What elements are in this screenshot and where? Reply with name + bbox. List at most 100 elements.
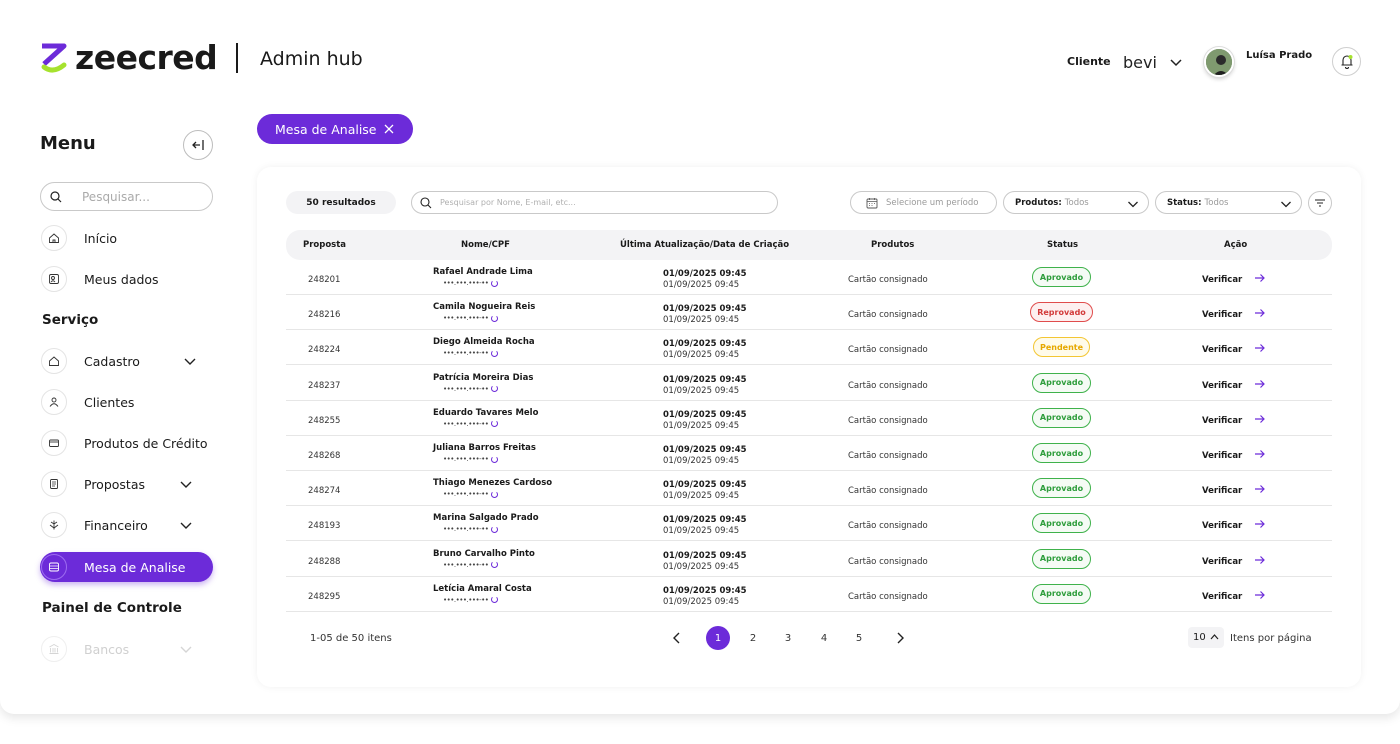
status-filter[interactable]: Status: Todos <box>1155 191 1302 214</box>
client-name: Patrícia Moreira Dias <box>433 372 534 383</box>
period-picker[interactable]: Selecione um período <box>850 191 997 214</box>
reveal-cpf-icon[interactable] <box>491 420 499 428</box>
sidebar-search[interactable] <box>40 182 213 211</box>
sidebar-item-label: Clientes <box>84 394 135 410</box>
sidebar-item-bancos[interactable]: Bancos <box>40 634 213 664</box>
arrow-right-icon[interactable] <box>1254 273 1266 283</box>
sidebar-item-produtos-de-credito[interactable]: Produtos de Crédito <box>40 428 213 458</box>
sidebar-item-mesa-de-analise[interactable]: Mesa de Analise <box>40 552 213 582</box>
updated-at: 01/09/2025 09:45 <box>663 445 747 455</box>
table-row[interactable]: 248288 Bruno Carvalho Pinto •••.•••.•••-••… <box>286 542 1332 577</box>
arrow-right-icon[interactable] <box>1254 414 1266 424</box>
products-filter[interactable]: Produtos: Todos <box>1003 191 1149 214</box>
table-row[interactable]: 248193 Marina Salgado Prado •••.•••.•••-••… <box>286 506 1332 542</box>
verify-link[interactable]: Verificar <box>1202 416 1242 426</box>
reveal-cpf-icon[interactable] <box>491 385 499 393</box>
reveal-cpf-icon[interactable] <box>491 561 499 569</box>
table-row[interactable]: 248216 Camila Nogueira Reis •••.•••.•••-••… <box>286 295 1332 331</box>
verify-link[interactable]: Verificar <box>1202 451 1242 461</box>
product: Cartão consignado <box>848 310 928 321</box>
table-row[interactable]: 248237 Patrícia Moreira Dias •••.•••.•••-•… <box>286 366 1332 401</box>
reveal-cpf-icon[interactable] <box>491 490 499 498</box>
page-button-4[interactable]: 4 <box>813 627 835 649</box>
client-cpf: •••.•••.•••-•• <box>443 279 499 287</box>
arrow-right-icon[interactable] <box>1254 484 1266 494</box>
active-tab-chip[interactable]: Mesa de Analise <box>257 114 413 144</box>
items-per-page-select[interactable]: 10 <box>1188 627 1224 648</box>
products-filter-value: Todos <box>1064 197 1089 208</box>
table-row[interactable]: 248274 Thiago Menezes Cardoso •••.•••.•••-… <box>286 471 1332 507</box>
page-button-2[interactable]: 2 <box>742 627 764 649</box>
arrow-right-icon[interactable] <box>1254 308 1266 318</box>
arrow-right-icon[interactable] <box>1254 590 1266 600</box>
sidebar-item-label: Mesa de Analise <box>84 559 186 575</box>
page-button-3[interactable]: 3 <box>777 627 799 649</box>
arrow-right-icon[interactable] <box>1254 555 1266 565</box>
column-header[interactable]: Última Atualização/Data de Criação <box>620 240 789 250</box>
notifications-button[interactable] <box>1332 47 1361 76</box>
user-avatar[interactable] <box>1204 47 1234 77</box>
table-search-input[interactable] <box>440 198 760 207</box>
table-row[interactable]: 248295 Letícia Amaral Costa •••.•••.•••-••… <box>286 577 1332 612</box>
sidebar-item-propostas[interactable]: Propostas <box>40 469 213 499</box>
client-select[interactable]: bevi <box>1117 46 1183 78</box>
chevron-down-icon <box>184 358 196 365</box>
updated-at: 01/09/2025 09:45 <box>663 585 747 596</box>
verify-link[interactable]: Verificar <box>1202 275 1242 285</box>
verify-link[interactable]: Verificar <box>1202 521 1242 531</box>
sidebar-item-financeiro[interactable]: Financeiro <box>40 510 213 540</box>
sidebar-item-inicio[interactable]: Início <box>40 223 213 253</box>
sidebar-item-cadastro[interactable]: Cadastro <box>40 346 213 376</box>
collapse-sidebar-button[interactable] <box>183 130 213 160</box>
table-row[interactable]: 248268 Juliana Barros Freitas •••.•••.•••-… <box>286 436 1332 471</box>
items-per-page-label: Itens por página <box>1230 633 1312 644</box>
proposal-id: 248224 <box>308 345 341 356</box>
close-icon[interactable] <box>383 123 395 135</box>
reveal-cpf-icon[interactable] <box>491 349 499 357</box>
sidebar-item-meus-dados[interactable]: Meus dados <box>40 264 213 294</box>
verify-link[interactable]: Verificar <box>1202 486 1242 496</box>
reveal-cpf-icon[interactable] <box>491 314 499 322</box>
column-header[interactable]: Status <box>1047 240 1078 250</box>
sidebar-item-label: Produtos de Crédito <box>84 435 208 451</box>
table-row[interactable]: 248255 Eduardo Tavares Melo •••.•••.•••-••… <box>286 401 1332 436</box>
next-page-button[interactable] <box>889 627 911 649</box>
hub-title: Admin hub <box>260 48 363 70</box>
arrow-right-icon[interactable] <box>1254 519 1266 529</box>
table-search[interactable] <box>411 191 778 214</box>
sidebar-search-input[interactable] <box>82 189 192 204</box>
cpf-masked: •••.•••.•••-•• <box>443 279 489 287</box>
sidebar-item-clientes[interactable]: Clientes <box>40 387 213 417</box>
sidebar-item-label: Início <box>84 230 118 246</box>
reveal-cpf-icon[interactable] <box>491 525 499 533</box>
verify-link[interactable]: Verificar <box>1202 592 1242 602</box>
advanced-filter-button[interactable] <box>1308 191 1332 215</box>
arrow-right-icon[interactable] <box>1254 379 1266 389</box>
reveal-cpf-icon[interactable] <box>491 596 499 604</box>
brand-logo[interactable]: zeecred <box>40 41 218 74</box>
column-header[interactable]: Ação <box>1224 240 1247 250</box>
verify-link[interactable]: Verificar <box>1202 345 1242 355</box>
prev-page-button[interactable] <box>666 627 688 649</box>
verify-link[interactable]: Verificar <box>1202 310 1242 320</box>
period-placeholder: Selecione um período <box>886 197 979 208</box>
verify-link[interactable]: Verificar <box>1202 557 1242 567</box>
page-button-5[interactable]: 5 <box>848 627 870 649</box>
reveal-cpf-icon[interactable] <box>491 455 499 463</box>
products-filter-label: Produtos: <box>1015 197 1062 208</box>
arrow-right-icon[interactable] <box>1254 343 1266 353</box>
card-icon <box>41 430 67 456</box>
verify-link[interactable]: Verificar <box>1202 381 1242 391</box>
column-header[interactable]: Proposta <box>303 240 346 250</box>
column-header[interactable]: Produtos <box>871 240 914 250</box>
cpf-masked: •••.•••.•••-•• <box>443 595 489 604</box>
column-header[interactable]: Nome/CPF <box>461 240 510 250</box>
document-icon <box>41 471 67 497</box>
page-button-1[interactable]: 1 <box>706 626 730 650</box>
status-badge: Aprovado <box>1032 478 1091 499</box>
table-row[interactable]: 248224 Diego Almeida Rocha •••.•••.•••-•• 0… <box>286 330 1332 366</box>
table-row[interactable]: 248201 Rafael Andrade Lima •••.•••.•••-•• 0… <box>286 260 1332 295</box>
reveal-cpf-icon[interactable] <box>491 279 499 287</box>
arrow-right-icon[interactable] <box>1254 449 1266 459</box>
client-cpf: •••.•••.•••-•• <box>443 420 499 428</box>
